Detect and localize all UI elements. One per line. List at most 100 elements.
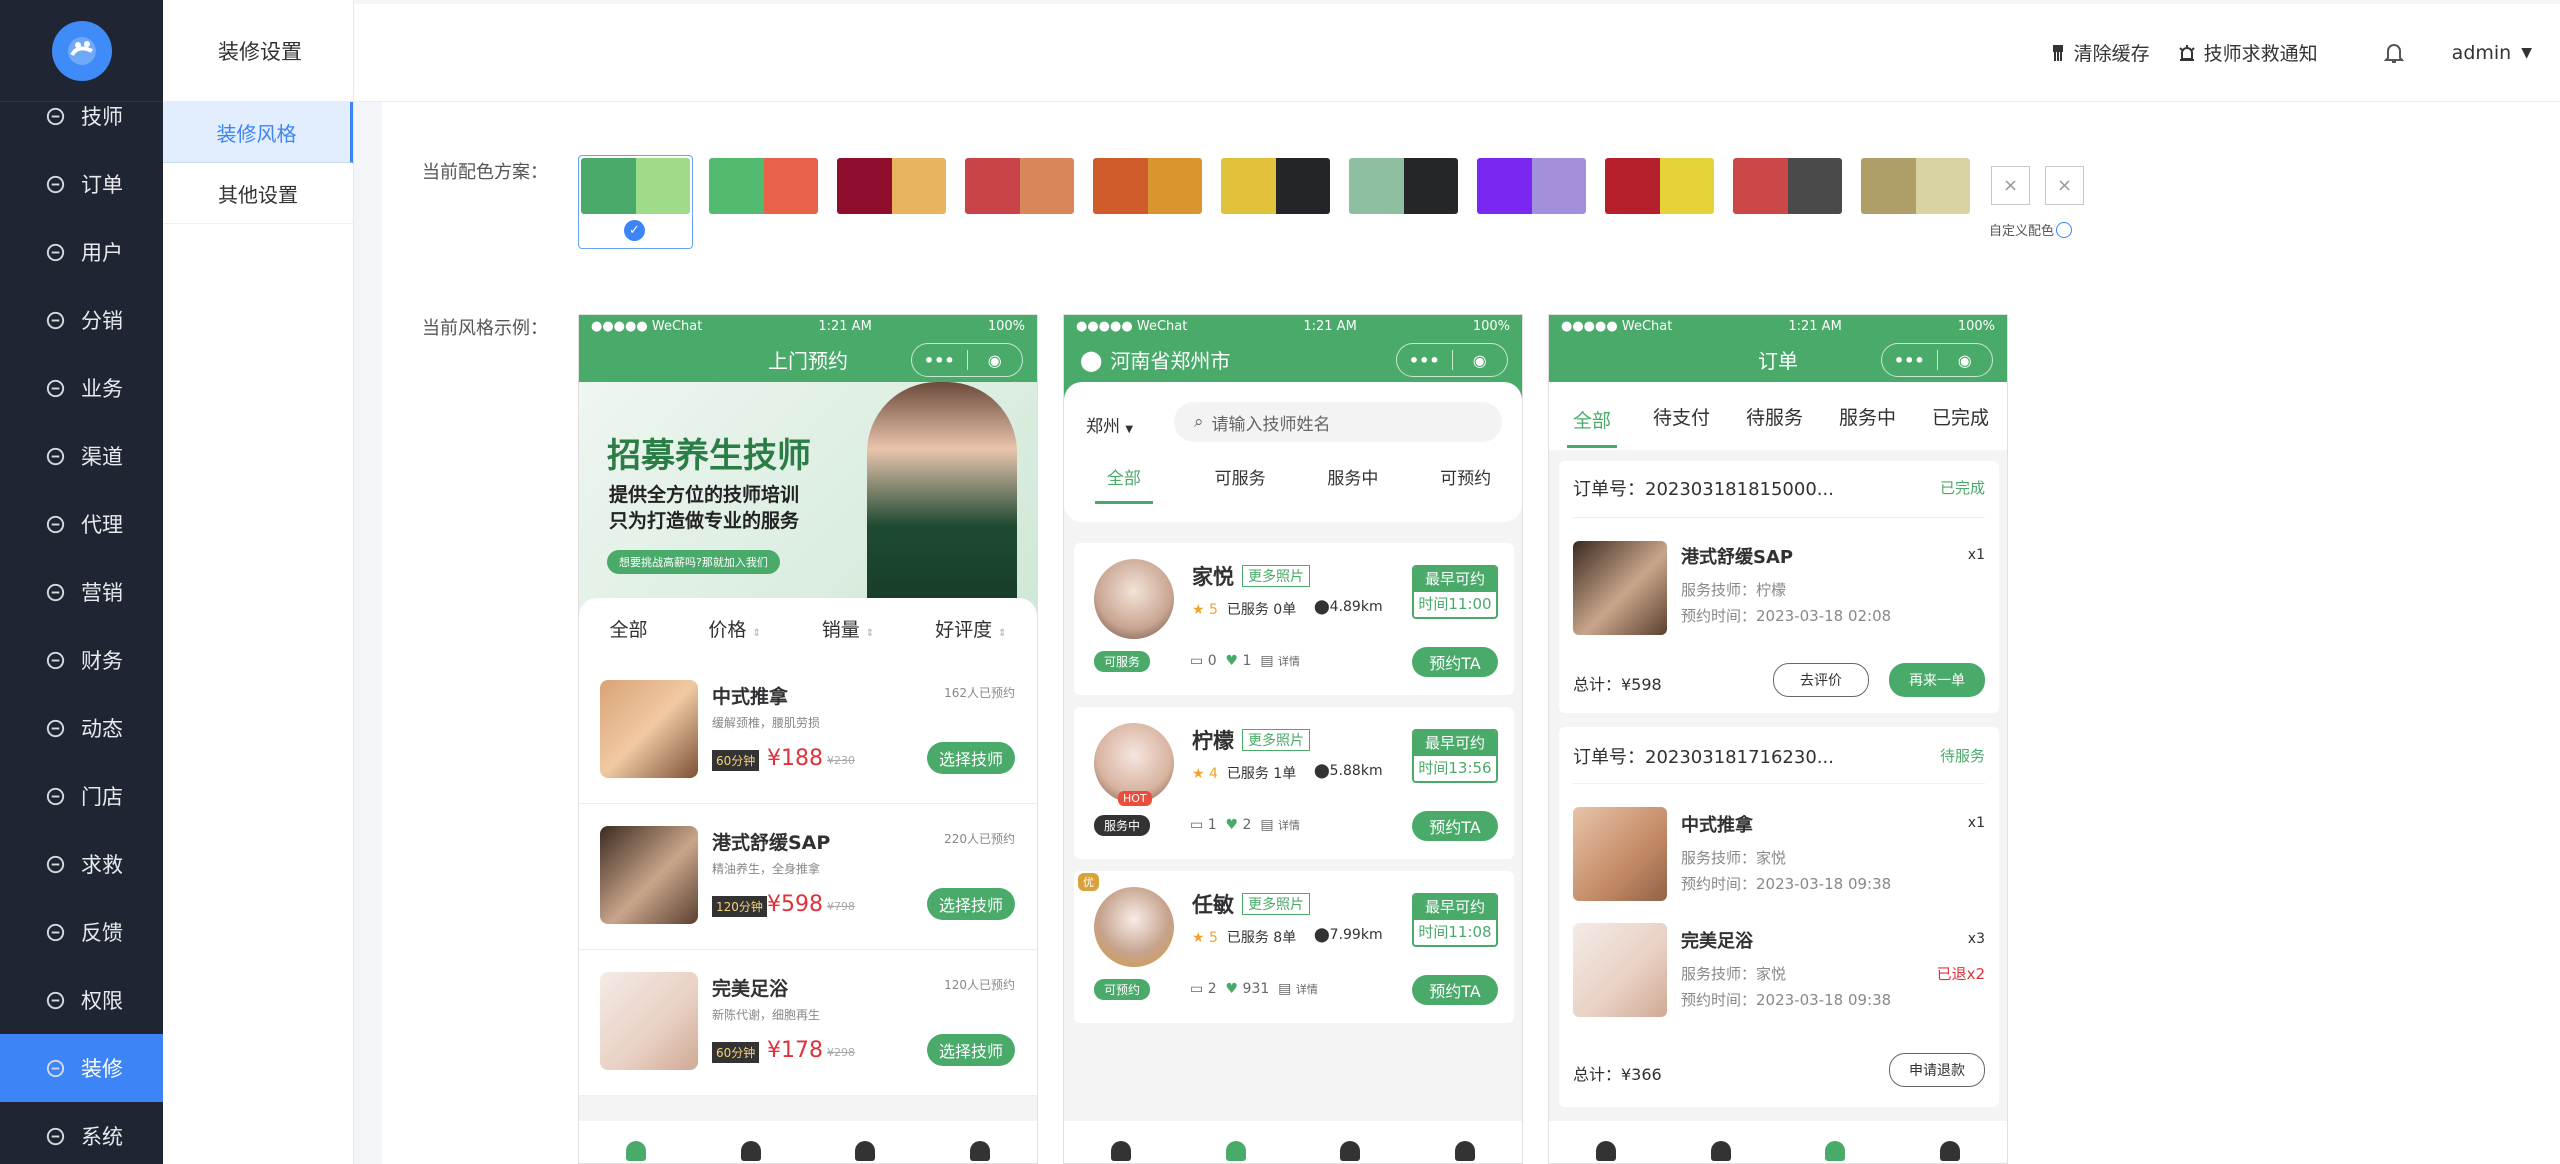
- service-item[interactable]: 港式舒缓SAP 精油养生，全身推拿 220人已预约 120分钟 ¥598 ¥798 选择技师: [579, 804, 1037, 950]
- location-text[interactable]: 河南省郑州市: [1110, 345, 1230, 374]
- subnav-item-style[interactable]: 装修风格: [163, 102, 353, 163]
- reorder-button[interactable]: 再来一单: [1889, 663, 1985, 697]
- sidebar-item-5[interactable]: 渠道: [0, 422, 163, 490]
- color-scheme-swatch[interactable]: [1477, 158, 1586, 214]
- clear-cache-button[interactable]: 清除缓存: [2050, 39, 2150, 66]
- sidebar-item-6[interactable]: 代理: [0, 490, 163, 558]
- profile-icon[interactable]: [969, 1141, 990, 1161]
- sidebar-item-3[interactable]: 分销: [0, 286, 163, 354]
- sidebar-item-label: 分销: [81, 309, 123, 333]
- choose-tech-button[interactable]: 选择技师: [927, 888, 1015, 920]
- technician-card[interactable]: 优任敏 更多照片 ★ 5 已服务 8单 ⬤7.99km 最早可约 时间11:08 可预约 ▭ …: [1074, 871, 1514, 1023]
- order-card[interactable]: 订单号：202303181716230... 待服务 中式推拿 x1 服务技师：…: [1559, 727, 1999, 1107]
- custom-color-slot-1[interactable]: ×: [1991, 166, 2030, 205]
- technician-card[interactable]: HOT 柠檬 更多照片 ★ 4 已服务 1单 ⬤5.88km 最早可约 时间13:56 服务中…: [1074, 707, 1514, 859]
- sidebar-item-14[interactable]: 装修: [0, 1034, 163, 1102]
- review-button[interactable]: 去评价: [1773, 663, 1869, 697]
- technician-card[interactable]: 家悦 更多照片 ★ 5 已服务 0单 ⬤4.89km 最早可约 时间11:00 可服务 ▭ 0…: [1074, 543, 1514, 695]
- filter-sales[interactable]: 销量 ⇕: [822, 615, 874, 642]
- calendar-icon[interactable]: [855, 1141, 876, 1161]
- book-tech-button[interactable]: 预约TA: [1412, 811, 1498, 841]
- color-scheme-swatch[interactable]: [1861, 158, 1970, 214]
- capsule-menu[interactable]: ••• ◉: [1396, 343, 1508, 377]
- filter-price[interactable]: 价格 ⇕: [708, 615, 760, 642]
- choose-tech-button[interactable]: 选择技师: [927, 1034, 1015, 1066]
- tech-rating: ★ 5 已服务 0单: [1192, 602, 1297, 618]
- filter-all[interactable]: 全部: [609, 615, 647, 642]
- color-scheme-swatch[interactable]: [1221, 158, 1330, 214]
- sidebar-item-10[interactable]: 门店: [0, 762, 163, 830]
- sidebar-item-11[interactable]: 求救: [0, 830, 163, 898]
- tab-completed[interactable]: 已完成: [1932, 403, 1989, 430]
- close-icon: ×: [2002, 175, 2019, 196]
- order-card[interactable]: 订单号：202303181815000... 已完成 港式舒缓SAP x1 服务…: [1559, 461, 1999, 713]
- color-scheme-swatch[interactable]: [581, 158, 690, 214]
- sidebar-item-2[interactable]: 用户: [0, 218, 163, 286]
- more-photos-button[interactable]: 更多照片: [1242, 729, 1310, 751]
- tab-all[interactable]: 全部: [1094, 464, 1153, 504]
- calendar-icon[interactable]: [1340, 1141, 1361, 1161]
- tech-name: 家悦 更多照片: [1192, 561, 1310, 591]
- tech-search-input[interactable]: ⌕ 请输入技师姓名: [1174, 402, 1502, 442]
- sidebar-item-8[interactable]: 财务: [0, 626, 163, 694]
- tab-bookable[interactable]: 可预约: [1440, 464, 1491, 504]
- sos-notice-button[interactable]: 技师求救通知: [2178, 39, 2318, 66]
- sidebar-item-label: 渠道: [81, 445, 123, 469]
- service-price: ¥188: [767, 746, 823, 771]
- color-scheme-swatch[interactable]: [1605, 158, 1714, 214]
- duration-badge: 60分钟: [712, 1042, 760, 1063]
- tab-in-service[interactable]: 服务中: [1839, 403, 1896, 430]
- heart-icon[interactable]: [1225, 1141, 1246, 1161]
- service-item[interactable]: 中式推拿 缓解颈椎，腰肌劳损 162人已预约 60分钟 ¥188 ¥230 选择技师: [579, 658, 1037, 804]
- city-select[interactable]: 郑州 ▼: [1086, 412, 1133, 437]
- home-icon[interactable]: [1596, 1141, 1617, 1161]
- custom-color-radio[interactable]: [2056, 221, 2073, 238]
- profile-icon[interactable]: [1939, 1141, 1960, 1161]
- service-item[interactable]: 完美足浴 新陈代谢，细胞再生 120人已预约 60分钟 ¥178 ¥298 选择技师: [579, 950, 1037, 1096]
- heart-icon[interactable]: [1710, 1141, 1731, 1161]
- home-icon[interactable]: [1111, 1141, 1132, 1161]
- calendar-icon[interactable]: [1825, 1141, 1846, 1161]
- color-scheme-swatch[interactable]: [1733, 158, 1842, 214]
- color-scheme-swatch[interactable]: [965, 158, 1074, 214]
- color-scheme-swatch[interactable]: [709, 158, 818, 214]
- custom-color-slot-2[interactable]: ×: [2045, 166, 2084, 205]
- color-scheme-swatch[interactable]: [1349, 158, 1458, 214]
- home-icon[interactable]: [626, 1141, 647, 1161]
- refund-button[interactable]: 申请退款: [1889, 1053, 1985, 1087]
- color-scheme-swatch[interactable]: [837, 158, 946, 214]
- filter-rating[interactable]: 好评度 ⇕: [935, 615, 1006, 642]
- tab-all[interactable]: 全部: [1566, 384, 1617, 448]
- book-tech-button[interactable]: 预约TA: [1412, 647, 1498, 677]
- profile-icon[interactable]: [1454, 1141, 1475, 1161]
- more-photos-button[interactable]: 更多照片: [1242, 893, 1310, 915]
- example-label: 当前风格示例：: [422, 318, 548, 339]
- bell-icon[interactable]: [2383, 42, 2404, 64]
- tab-available[interactable]: 可服务: [1215, 464, 1266, 504]
- choose-tech-button[interactable]: 选择技师: [927, 742, 1015, 774]
- more-photos-button[interactable]: 更多照片: [1242, 565, 1310, 587]
- tab-pending[interactable]: 待服务: [1746, 403, 1803, 430]
- recruit-banner[interactable]: 招募养生技师 提供全方位的技师培训 只为打造做专业的服务 想要挑战高薪吗?那就加…: [579, 382, 1037, 614]
- tab-unpaid[interactable]: 待支付: [1653, 403, 1710, 430]
- sidebar-item-0[interactable]: 技师: [0, 82, 163, 150]
- sidebar-item-1[interactable]: 订单: [0, 150, 163, 218]
- heart-icon[interactable]: [740, 1141, 761, 1161]
- tab-bar: [1549, 1121, 2007, 1163]
- booking-count: 220人已预约: [944, 832, 1015, 846]
- capsule-menu[interactable]: ••• ◉: [1881, 343, 1993, 377]
- sidebar-item-label: 权限: [81, 989, 123, 1013]
- sidebar-item-12[interactable]: 反馈: [0, 898, 163, 966]
- user-menu[interactable]: admin ▼: [2452, 42, 2532, 64]
- sidebar-item-9[interactable]: 动态: [0, 694, 163, 762]
- subnav-item-other[interactable]: 其他设置: [163, 163, 353, 224]
- sidebar-item-4[interactable]: 业务: [0, 354, 163, 422]
- capsule-menu[interactable]: ••• ◉: [911, 343, 1023, 377]
- service-name: 完美足浴: [712, 978, 789, 1000]
- tab-serving[interactable]: 服务中: [1327, 464, 1378, 504]
- sidebar-item-13[interactable]: 权限: [0, 966, 163, 1034]
- book-tech-button[interactable]: 预约TA: [1412, 975, 1498, 1005]
- sidebar-item-15[interactable]: 系统: [0, 1102, 163, 1164]
- color-scheme-swatch[interactable]: [1093, 158, 1202, 214]
- sidebar-item-7[interactable]: 营销: [0, 558, 163, 626]
